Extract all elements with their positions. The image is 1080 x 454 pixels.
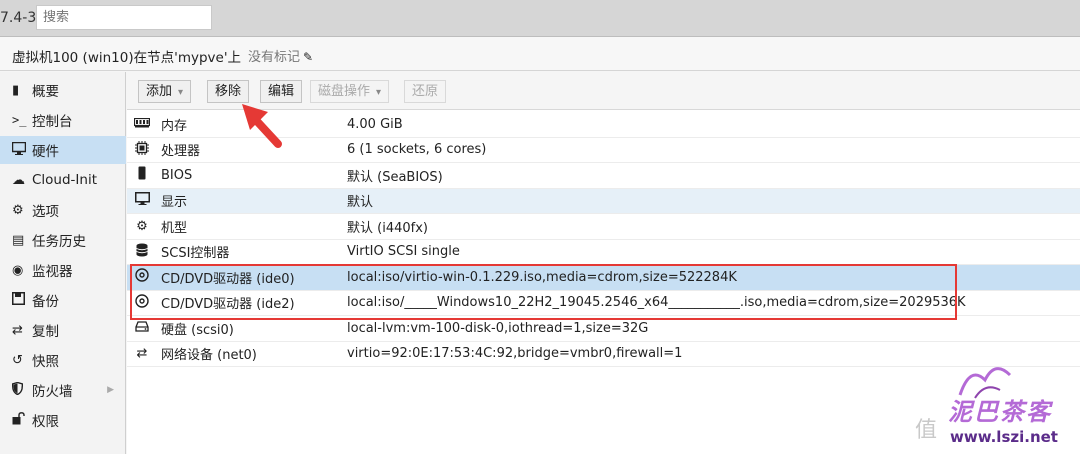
sidebar-item-label: 选项 <box>32 204 59 220</box>
hardware-row-scsi-controller[interactable]: SCSI控制器 VirtIO SCSI single <box>127 240 1080 265</box>
chevron-down-icon: ▾ <box>376 87 382 98</box>
red-arrow-annotation <box>242 104 282 148</box>
sidebar-item-task-history[interactable]: ▤ 任务历史 <box>0 226 126 254</box>
sidebar-item-label: 任务历史 <box>32 234 86 250</box>
unlock-icon <box>12 411 32 429</box>
memory-icon <box>132 117 152 132</box>
hardware-row-cdrom-ide0[interactable]: CD/DVD驱动器 (ide0) local:iso/virtio-win-0.… <box>127 265 1080 291</box>
sidebar-item-label: 权限 <box>32 414 59 430</box>
sidebar-item-label: 概要 <box>32 84 59 100</box>
sidebar-item-backup[interactable]: 备份 <box>0 286 126 314</box>
hardware-value: local-lvm:vm-100-disk-0,iothread=1,size=… <box>347 320 649 336</box>
hardware-name: 网络设备 (net0) <box>161 348 257 364</box>
hardware-value: virtio=92:0E:17:53:4C:92,bridge=vmbr0,fi… <box>347 346 683 362</box>
sidebar-item-label: 监视器 <box>32 264 73 280</box>
tags-edit[interactable]: 没有标记 ✎ <box>248 46 313 65</box>
chip-icon <box>132 166 152 184</box>
sidebar-item-monitor[interactable]: ◉ 监视器 <box>0 256 126 284</box>
database-icon <box>132 243 152 261</box>
hardware-name: 内存 <box>161 118 188 134</box>
sidebar-item-permissions[interactable]: 权限 <box>0 406 126 434</box>
sidebar-item-cloud-init[interactable]: ☁ Cloud-Init <box>0 166 126 194</box>
sidebar-item-snapshot[interactable]: ↺ 快照 <box>0 346 126 374</box>
sidebar: ▮ 概要 >_ 控制台 硬件 ☁ Cloud-Init ⚙ 选项 ▤ 任务历史 … <box>0 72 126 454</box>
pencil-icon[interactable]: ✎ <box>303 50 313 64</box>
chevron-down-icon: ▾ <box>178 87 184 98</box>
watermark-url: www.lszi.net <box>950 428 1058 446</box>
cogs-icon: ⚙ <box>136 218 148 234</box>
sidebar-item-options[interactable]: ⚙ 选项 <box>0 196 126 224</box>
book-icon: ▮ <box>12 82 20 98</box>
version-label: 7.4-3 <box>0 10 37 26</box>
hardware-name: SCSI控制器 <box>161 246 230 262</box>
list-icon: ▤ <box>12 232 25 248</box>
hardware-row-machine[interactable]: ⚙ 机型 默认 (i440fx) <box>127 214 1080 240</box>
sidebar-item-label: 快照 <box>32 354 59 370</box>
hardware-name: 机型 <box>161 220 188 236</box>
disc-icon <box>132 268 152 286</box>
disc-icon <box>132 294 152 312</box>
hardware-row-cdrom-ide2[interactable]: CD/DVD驱动器 (ide2) local:iso/_____Windows1… <box>127 291 1080 316</box>
hardware-value: 6 (1 sockets, 6 cores) <box>347 142 487 158</box>
watermark-zhi: 值 <box>915 418 938 443</box>
tags-label: 没有标记 <box>248 50 301 65</box>
watermark-logo: 泥巴茶客 <box>948 398 1052 426</box>
hdd-icon <box>132 321 152 336</box>
sidebar-item-label: 防火墙 <box>32 384 73 400</box>
sidebar-item-label: Cloud-Init <box>32 172 98 188</box>
sidebar-item-hardware[interactable]: 硬件 <box>0 136 126 164</box>
sidebar-item-label: 硬件 <box>32 144 59 160</box>
sidebar-item-firewall[interactable]: 防火墙 ▶ <box>0 376 126 404</box>
retweet-icon: ⇄ <box>12 322 23 338</box>
floppy-icon <box>12 291 32 309</box>
hardware-row-bios[interactable]: BIOS 默认 (SeaBIOS) <box>127 163 1080 189</box>
sidebar-item-label: 控制台 <box>32 114 73 130</box>
hardware-row-display[interactable]: 显示 默认 <box>127 188 1080 214</box>
history-icon: ↺ <box>12 352 23 368</box>
hardware-row-hard-disk[interactable]: 硬盘 (scsi0) local-lvm:vm-100-disk-0,iothr… <box>127 316 1080 342</box>
chevron-right-icon[interactable]: ▶ <box>107 385 114 395</box>
hardware-name: CD/DVD驱动器 (ide0) <box>161 271 295 287</box>
search-input[interactable] <box>36 5 212 30</box>
top-bar: 7.4-3 <box>0 0 1080 37</box>
hardware-row-network[interactable]: ⇄ 网络设备 (net0) virtio=92:0E:17:53:4C:92,b… <box>127 342 1080 367</box>
vm-title-bar: 虚拟机100 (win10)在节点'mypve'上 没有标记 ✎ <box>0 37 1080 71</box>
hardware-value: 4.00 GiB <box>347 116 403 132</box>
hardware-value: VirtIO SCSI single <box>347 244 460 260</box>
monitor-icon <box>11 141 32 159</box>
revert-button[interactable]: 还原 <box>404 80 447 103</box>
sidebar-item-console[interactable]: >_ 控制台 <box>0 106 126 134</box>
gear-icon: ⚙ <box>12 202 24 218</box>
terminal-icon: >_ <box>12 113 27 127</box>
add-button[interactable]: 添加 ▾ <box>138 80 192 103</box>
eye-icon: ◉ <box>12 262 24 278</box>
hardware-name: 处理器 <box>161 144 201 160</box>
sidebar-item-replication[interactable]: ⇄ 复制 <box>0 316 126 344</box>
hardware-name: BIOS <box>161 167 193 183</box>
hardware-name: 硬盘 (scsi0) <box>161 322 234 338</box>
revert-button-label: 还原 <box>412 84 439 99</box>
edit-button-label: 编辑 <box>268 84 295 99</box>
hardware-name: 显示 <box>161 195 188 211</box>
display-icon <box>132 192 152 209</box>
hardware-value: local:iso/virtio-win-0.1.229.iso,media=c… <box>347 269 737 285</box>
hardware-value: 默认 (i440fx) <box>347 220 428 236</box>
shield-icon <box>11 381 32 399</box>
page-title: 虚拟机100 (win10)在节点'mypve'上 <box>12 50 242 66</box>
sidebar-item-label: 复制 <box>32 324 59 340</box>
sidebar-item-summary[interactable]: ▮ 概要 <box>0 76 126 104</box>
sidebar-item-label: 备份 <box>32 294 59 310</box>
disk-action-label: 磁盘操作 <box>318 84 371 99</box>
add-button-label: 添加 <box>146 84 173 99</box>
cpu-icon <box>132 140 152 159</box>
hardware-name: CD/DVD驱动器 (ide2) <box>161 297 295 313</box>
hardware-value: 默认 (SeaBIOS) <box>347 169 443 185</box>
hardware-value: local:iso/_____Windows10_22H2_19045.2546… <box>347 295 966 311</box>
disk-action-button[interactable]: 磁盘操作 ▾ <box>310 80 390 103</box>
exchange-icon: ⇄ <box>136 346 148 362</box>
cloud-icon: ☁ <box>12 172 25 188</box>
remove-button-label: 移除 <box>215 84 242 99</box>
hardware-value: 默认 <box>347 195 374 211</box>
